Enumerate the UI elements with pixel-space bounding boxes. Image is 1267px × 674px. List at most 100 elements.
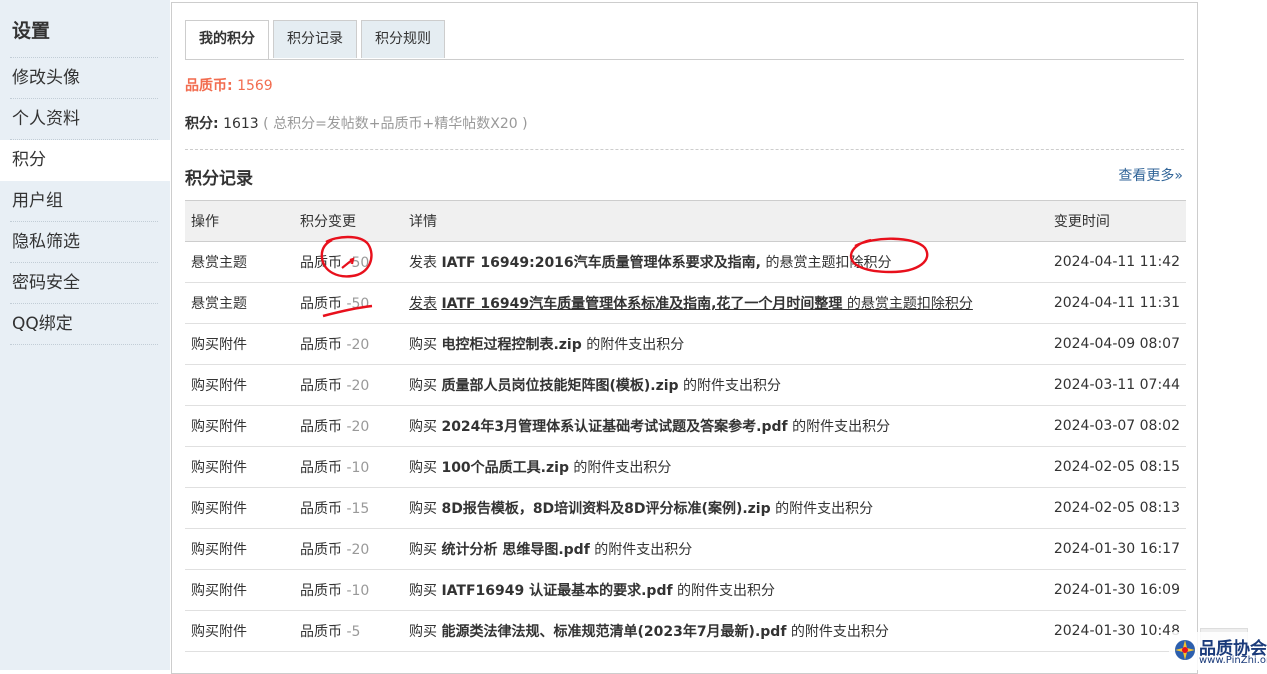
- row-currency: 品质币: [300, 296, 342, 312]
- credit-label: 积分:: [185, 116, 219, 132]
- row-change: 品质币 -15: [294, 487, 403, 529]
- row-operation: 购买附件: [185, 405, 294, 447]
- row-operation: 悬赏主题: [185, 282, 294, 324]
- table-row: 悬赏主题 品质币 -50 发表 IATF 16949汽车质量管理体系标准及指南,花了…: [185, 282, 1186, 324]
- row-target-link[interactable]: 8D报告模板，8D培训资料及8D评分标准(案例).zip: [441, 501, 770, 517]
- logo-icon: [1175, 640, 1195, 660]
- row-time: 2024-01-30 16:09: [1047, 569, 1186, 611]
- row-detail: 购买 IATF16949 认证最基本的要求.pdf 的附件支出积分: [403, 569, 1048, 611]
- row-suffix: 的附件支出积分: [568, 460, 672, 476]
- row-currency: 品质币: [300, 378, 342, 394]
- credits-panel: 我的积分 积分记录 积分规则 品质币: 1569 积分: 1613 ( 总积分=…: [171, 2, 1198, 674]
- row-verb: 购买: [409, 460, 437, 476]
- row-change: 品质币 -10: [294, 446, 403, 488]
- row-verb: 发表: [409, 296, 437, 312]
- row-change: 品质币 -20: [294, 528, 403, 570]
- row-suffix: 的附件支出积分: [672, 583, 776, 599]
- sidebar-menu: 修改头像 个人资料 积分 用户组 隐私筛选 密码安全 QQ绑定: [0, 58, 171, 345]
- row-amount: -5: [346, 624, 361, 640]
- row-operation: 购买附件: [185, 487, 294, 529]
- credit-tabs: 我的积分 积分记录 积分规则: [185, 20, 1184, 60]
- row-verb: 发表: [409, 255, 437, 271]
- coin-label: 品质币:: [185, 78, 233, 94]
- row-operation: 悬赏主题: [185, 241, 294, 283]
- sidebar-item-profile[interactable]: 个人资料: [0, 99, 170, 140]
- row-operation: 购买附件: [185, 610, 294, 652]
- row-detail: 购买 统计分析 思维导图.pdf 的附件支出积分: [403, 528, 1048, 570]
- row-target-link[interactable]: 质量部人员岗位技能矩阵图(模板).zip: [441, 378, 678, 394]
- table-row: 购买附件 品质币 -5 购买 能源类法律法规、标准规范清单(2023年7月最新).p…: [185, 610, 1186, 652]
- row-operation: 购买附件: [185, 364, 294, 406]
- row-currency: 品质币: [300, 624, 342, 640]
- tab-my-credits[interactable]: 我的积分: [185, 20, 269, 59]
- row-time: 2024-03-07 08:02: [1047, 405, 1186, 447]
- row-operation: 购买附件: [185, 323, 294, 365]
- row-detail: 购买 2024年3月管理体系认证基础考试试题及答案参考.pdf 的附件支出积分: [403, 405, 1048, 447]
- row-amount: -20: [346, 542, 370, 558]
- tab-credit-rules[interactable]: 积分规则: [361, 20, 445, 58]
- row-verb: 购买: [409, 337, 437, 353]
- coin-summary: 品质币: 1569: [185, 75, 273, 95]
- credit-summary: 积分: 1613 ( 总积分=发帖数+品质币+精华帖数X20 ): [185, 113, 528, 133]
- table-row: 购买附件 品质币 -20 购买 电控柜过程控制表.zip 的附件支出积分 2024-0…: [185, 323, 1186, 365]
- row-time: 2024-03-11 07:44: [1047, 364, 1186, 406]
- row-verb: 购买: [409, 419, 437, 435]
- table-row: 购买附件 品质币 -20 购买 统计分析 思维导图.pdf 的附件支出积分 2024-…: [185, 528, 1186, 570]
- row-amount: -20: [346, 378, 370, 394]
- row-operation: 购买附件: [185, 569, 294, 611]
- row-amount: -50: [346, 255, 370, 271]
- site-watermark: 品质协会 www.PinZhi.org: [1169, 632, 1267, 670]
- coin-value: 1569: [237, 78, 273, 94]
- sidebar-title: 设置: [12, 20, 51, 42]
- row-target-link[interactable]: 2024年3月管理体系认证基础考试试题及答案参考.pdf: [441, 419, 787, 435]
- row-time: 2024-02-05 08:13: [1047, 487, 1186, 529]
- row-suffix: 的附件支出积分: [678, 378, 781, 394]
- row-detail: 购买 8D报告模板，8D培训资料及8D评分标准(案例).zip 的附件支出积分: [403, 487, 1048, 529]
- row-target-link[interactable]: IATF16949 认证最基本的要求.pdf: [441, 583, 672, 599]
- row-time: 2024-01-30 10:48: [1047, 610, 1186, 652]
- row-currency: 品质币: [300, 337, 342, 353]
- sidebar-item-password[interactable]: 密码安全: [0, 263, 170, 304]
- row-verb: 购买: [409, 624, 437, 640]
- view-more-link[interactable]: 查看更多»: [1118, 165, 1183, 185]
- row-currency: 品质币: [300, 255, 342, 271]
- row-detail: 发表 IATF 16949:2016汽车质量管理体系要求及指南, 的悬赏主题扣除…: [403, 241, 1048, 283]
- row-suffix: 的附件支出积分: [770, 501, 874, 517]
- credit-value: 1613: [223, 116, 259, 132]
- row-change: 品质币 -50: [294, 282, 403, 324]
- row-target-link[interactable]: 统计分析 思维导图.pdf: [441, 542, 589, 558]
- row-currency: 品质币: [300, 501, 342, 517]
- row-target-link[interactable]: 电控柜过程控制表.zip: [441, 337, 581, 353]
- row-target-link[interactable]: IATF 16949汽车质量管理体系标准及指南,花了一个月时间整理: [441, 296, 842, 312]
- row-detail: 购买 100个品质工具.zip 的附件支出积分: [403, 446, 1048, 488]
- row-verb: 购买: [409, 542, 437, 558]
- sidebar-item-usergroup[interactable]: 用户组: [0, 181, 170, 222]
- table-header-row: 操作 积分变更 详情 变更时间: [185, 200, 1186, 242]
- row-suffix: 的悬赏主题扣除积分: [761, 255, 892, 271]
- row-suffix: 的悬赏主题扣除积分: [842, 296, 973, 312]
- row-detail: 购买 能源类法律法规、标准规范清单(2023年7月最新).pdf 的附件支出积分: [403, 610, 1048, 652]
- row-target-link[interactable]: 能源类法律法规、标准规范清单(2023年7月最新).pdf: [441, 624, 786, 640]
- row-detail: 购买 质量部人员岗位技能矩阵图(模板).zip 的附件支出积分: [403, 364, 1048, 406]
- header-time: 变更时间: [1047, 200, 1186, 242]
- row-amount: -20: [346, 337, 370, 353]
- row-target-link[interactable]: 100个品质工具.zip: [441, 460, 569, 476]
- row-suffix: 的附件支出积分: [786, 624, 889, 640]
- row-time: 2024-04-11 11:31: [1047, 282, 1186, 324]
- row-target-link[interactable]: IATF 16949:2016汽车质量管理体系要求及指南,: [441, 255, 761, 271]
- row-suffix: 的附件支出积分: [581, 337, 685, 353]
- dashed-divider: [185, 149, 1184, 150]
- row-detail: 发表 IATF 16949汽车质量管理体系标准及指南,花了一个月时间整理 的悬赏…: [403, 282, 1048, 324]
- row-operation: 购买附件: [185, 528, 294, 570]
- row-amount: -15: [346, 501, 370, 517]
- sidebar-item-privacy[interactable]: 隐私筛选: [0, 222, 170, 263]
- sidebar-item-qq-binding[interactable]: QQ绑定: [0, 304, 170, 345]
- row-change: 品质币 -50: [294, 241, 403, 283]
- row-change: 品质币 -20: [294, 405, 403, 447]
- row-suffix: 的附件支出积分: [787, 419, 891, 435]
- row-verb: 购买: [409, 501, 437, 517]
- sidebar-item-avatar[interactable]: 修改头像: [0, 58, 170, 99]
- tab-credit-log[interactable]: 积分记录: [273, 20, 357, 58]
- sidebar-item-credits[interactable]: 积分: [0, 140, 171, 181]
- table-row: 购买附件 品质币 -15 购买 8D报告模板，8D培训资料及8D评分标准(案例).z…: [185, 487, 1186, 529]
